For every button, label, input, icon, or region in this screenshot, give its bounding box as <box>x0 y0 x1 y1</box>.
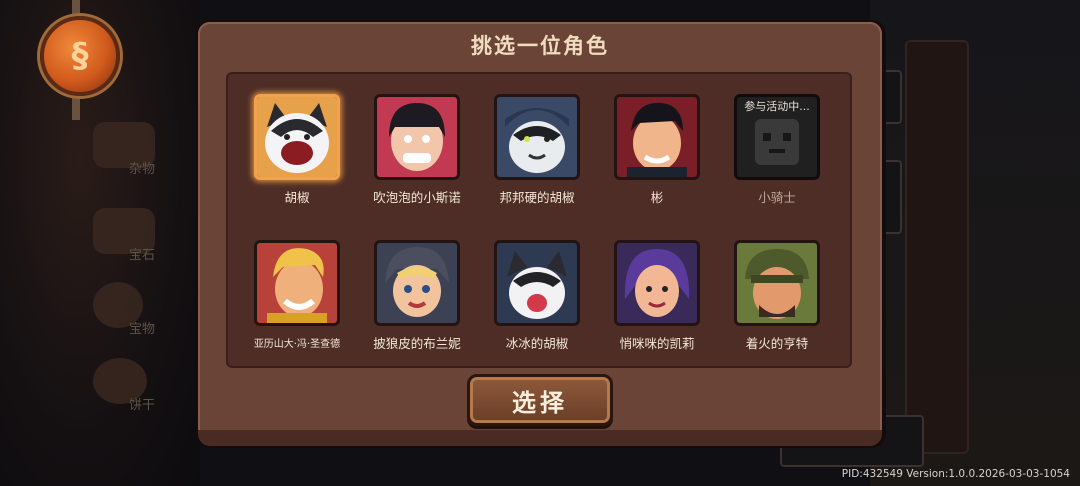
dialog-title: 挑选一位角色 <box>471 34 609 58</box>
character-portrait[interactable] <box>374 94 460 180</box>
character-card-hujiao[interactable]: 胡椒 <box>226 94 348 214</box>
dialog-bottom-edge <box>198 430 882 446</box>
character-portrait[interactable] <box>614 240 700 326</box>
character-portrait[interactable] <box>734 240 820 326</box>
character-card-hunter[interactable]: 着火的亨特 <box>706 240 828 360</box>
character-card-snow[interactable]: 吹泡泡的小斯诺 <box>346 94 468 214</box>
hooded-cat-portrait-icon <box>497 243 577 323</box>
soldier-portrait-icon <box>737 243 817 323</box>
hooded-girl-portrait-icon <box>377 243 457 323</box>
purple-hair-girl-portrait-icon <box>617 243 697 323</box>
character-card-alexander[interactable]: 亚历山大·冯·圣查德 <box>226 240 348 360</box>
side-item-label: 饼干 <box>129 398 156 413</box>
character-portrait[interactable] <box>254 240 340 326</box>
side-item-label: 宝物 <box>129 322 156 337</box>
select-button[interactable]: 选择 <box>467 374 613 426</box>
side-item-gems: 宝石 <box>85 206 185 266</box>
character-portrait[interactable] <box>614 94 700 180</box>
side-item-label: 宝石 <box>129 248 156 263</box>
character-card-icy-hujiao[interactable]: 冰冰的胡椒 <box>466 240 588 360</box>
character-card-kelly[interactable]: 悄咪咪的凯莉 <box>586 240 708 360</box>
character-card-bin[interactable]: 彬 <box>586 94 708 214</box>
character-portrait[interactable] <box>374 240 460 326</box>
fish-medallion-icon: § <box>40 16 120 96</box>
side-item-treasure: 宝物 <box>85 280 185 340</box>
character-grid: 胡椒 吹泡泡的小斯诺 邦邦硬的胡椒 彬 参与活动中... 小骑士 亚历山大·冯·… <box>226 72 852 368</box>
build-info: PID:432549 Version:1.0.0.2026-03-03-1054 <box>841 468 1070 480</box>
side-item-sundries: 杂物 <box>85 120 185 180</box>
character-name: 小骑士 <box>758 190 796 205</box>
character-portrait[interactable] <box>254 94 340 180</box>
blond-man-portrait-icon <box>257 243 337 323</box>
character-portrait[interactable] <box>494 94 580 180</box>
boy-portrait-icon <box>617 97 697 177</box>
right-rail <box>905 40 969 454</box>
side-item-cookies: 饼干 <box>85 356 185 416</box>
character-card-britney[interactable]: 披狼皮的布兰妮 <box>346 240 468 360</box>
side-item-label: 杂物 <box>129 162 156 177</box>
character-name: 着火的亨特 <box>745 336 809 351</box>
cat-portrait-icon <box>257 97 337 177</box>
character-card-little-knight: 参与活动中... 小骑士 <box>706 94 828 214</box>
girl-portrait-icon <box>377 97 457 177</box>
event-status-tag: 参与活动中... <box>744 100 810 113</box>
character-card-hard-hujiao[interactable]: 邦邦硬的胡椒 <box>466 94 588 214</box>
armored-cat-portrait-icon <box>497 97 577 177</box>
character-portrait[interactable] <box>494 240 580 326</box>
